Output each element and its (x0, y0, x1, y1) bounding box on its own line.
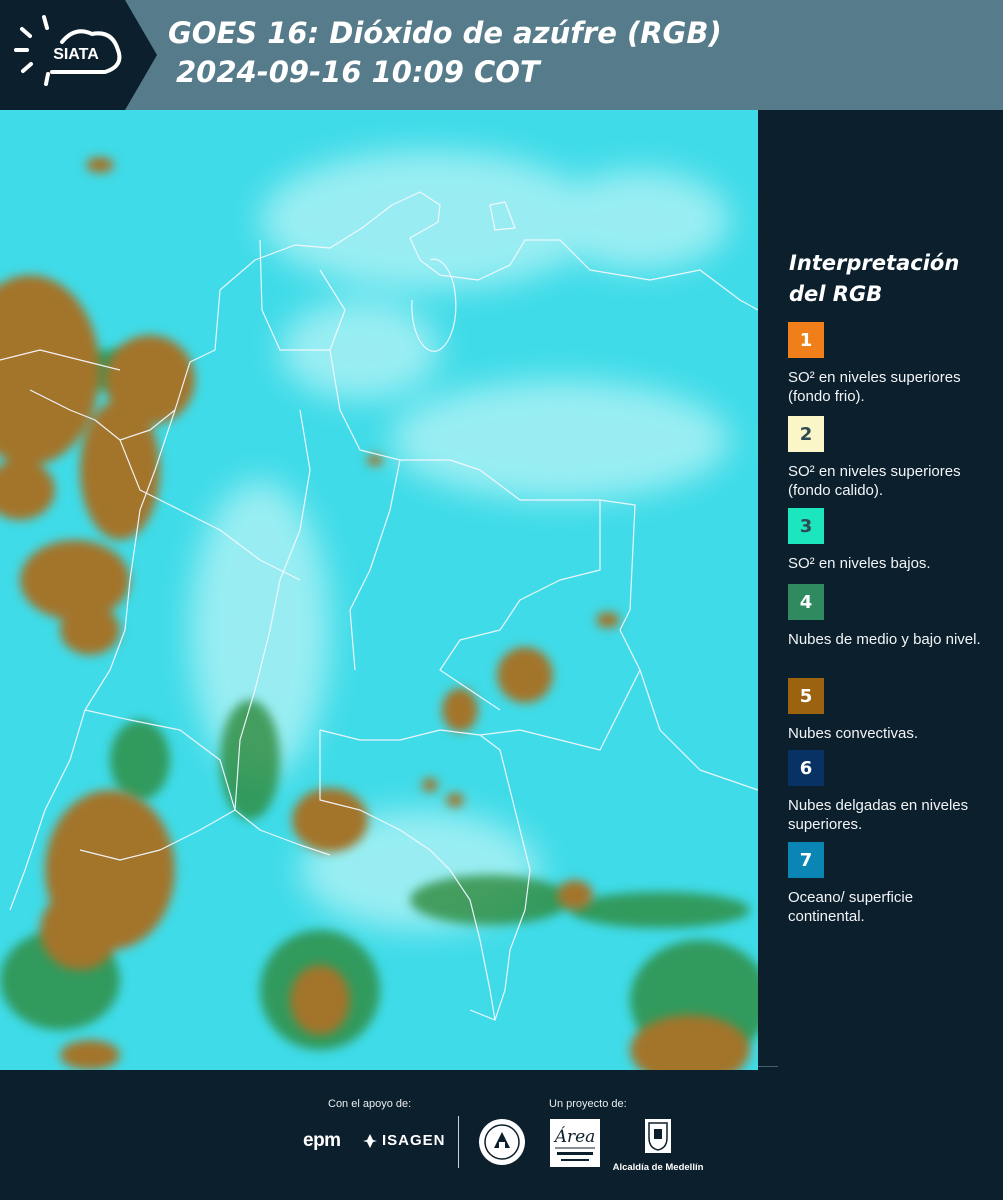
satellite-map (0, 110, 758, 1070)
header-bar: SIATA GOES 16: Dióxido de azúfre (RGB) 2… (0, 0, 1003, 110)
medellin-seal-logo (478, 1118, 526, 1171)
legend-swatch: 7 (788, 842, 824, 878)
legend-label: SO² en niveles superiores (fondo frio). (788, 369, 961, 405)
legend-label: Nubes de medio y bajo nivel. (788, 631, 981, 648)
epm-logo: epm (303, 1130, 341, 1151)
area-metropolitana-logo: Área (549, 1118, 601, 1173)
legend-label: Nubes convectivas. (788, 725, 919, 742)
isagen-mark-icon (363, 1133, 377, 1148)
isagen-logo-text: ISAGEN (382, 1132, 446, 1149)
page-title: GOES 16: Dióxido de azúfre (RGB) (168, 16, 722, 50)
legend-label: Oceano/ superficie continental. (788, 889, 914, 925)
legend-swatch: 2 (788, 416, 824, 452)
legend-label: Nubes delgadas en niveles superiores. (788, 797, 969, 833)
legend-title-line2: del RGB (789, 282, 883, 306)
isagen-logo: ISAGEN (362, 1132, 446, 1149)
legend-item-4: 4 Nubes de medio y bajo nivel. (788, 584, 993, 649)
legend-title: Interpretación del RGB (789, 248, 994, 310)
legend-item-7: 7 Oceano/ superficie continental. (788, 842, 993, 926)
legend-swatch: 4 (788, 584, 824, 620)
support-label: Con el apoyo de: (328, 1098, 412, 1110)
legend-title-line1: Interpretación (789, 251, 960, 275)
legend-panel: Interpretación del RGB 1 SO² en niveles … (758, 110, 1003, 1070)
legend-swatch: 5 (788, 678, 824, 714)
footer-divider-line (758, 1066, 778, 1067)
legend-swatch: 3 (788, 508, 824, 544)
alcaldia-logo: Alcaldía de Medellín (610, 1118, 706, 1173)
legend-swatch: 6 (788, 750, 824, 786)
alcaldia-text: Alcaldía de Medellín (612, 1162, 704, 1173)
footer: Con el apoyo de: Un proyecto de: epm ISA… (0, 1066, 1003, 1200)
legend-label: SO² en niveles bajos. (788, 555, 931, 572)
siata-logo: SIATA (0, 0, 160, 110)
page-timestamp: 2024-09-16 10:09 COT (176, 55, 540, 89)
legend-item-6: 6 Nubes delgadas en niveles superiores. (788, 750, 993, 834)
svg-text:Área: Área (553, 1126, 596, 1147)
project-label: Un proyecto de: (549, 1098, 627, 1110)
legend-swatch: 1 (788, 322, 824, 358)
alcaldia-shield-icon (645, 1119, 671, 1153)
legend-label: SO² en niveles superiores (fondo calido)… (788, 463, 961, 499)
legend-item-5: 5 Nubes convectivas. (788, 678, 993, 743)
legend-item-2: 2 SO² en niveles superiores (fondo calid… (788, 416, 993, 500)
footer-divider (458, 1116, 459, 1168)
siata-logo-text: SIATA (53, 46, 99, 63)
legend-item-1: 1 SO² en niveles superiores (fondo frio)… (788, 322, 993, 406)
legend-item-3: 3 SO² en niveles bajos. (788, 508, 993, 573)
